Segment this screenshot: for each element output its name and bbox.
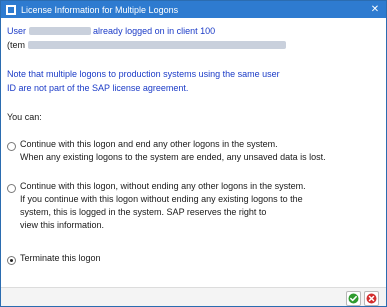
option-keep-other-logons[interactable]: Continue with this logon, without ending… [7,181,306,232]
license-dialog: License Information for Multiple Logons … [0,0,387,307]
close-icon: ✕ [370,4,380,15]
note-line-1: Note that multiple logons to production … [7,69,280,79]
user-logged-on-line: User already logged on in client 100 [7,26,215,36]
cancel-icon [366,293,377,304]
option-terminate-logon[interactable]: Terminate this logon [7,253,101,265]
logged-on-text: already logged on in client 100 [93,26,216,36]
option-1-line-1: Continue with this logon and end any oth… [20,139,278,149]
radio-terminate-logon[interactable] [7,256,16,265]
window-title: License Information for Multiple Logons [21,4,179,15]
title-bar[interactable]: License Information for Multiple Logons … [1,1,386,18]
option-2-line-3: system, this is logged in the system. SA… [20,207,267,217]
terminal-line: (tem [7,40,286,50]
cancel-button[interactable] [364,291,379,306]
option-1-line-2: When any existing logons to the system a… [20,152,326,162]
option-2-line-2: If you continue with this logon without … [20,194,303,204]
terminal-prefix: (tem [7,40,25,50]
you-can-label: You can: [7,112,42,122]
confirm-button[interactable] [346,291,361,306]
radio-keep-other-logons[interactable] [7,184,16,193]
redacted-username [28,27,91,35]
sap-app-icon [6,4,16,15]
user-label: User [7,26,27,36]
option-3-line-1: Terminate this logon [20,253,101,263]
dialog-footer [1,287,386,306]
checkmark-icon [348,293,359,304]
radio-end-other-logons[interactable] [7,142,16,151]
redacted-terminal [27,41,286,49]
option-2-line-4: view this information. [20,220,105,230]
note-line-2: ID are not part of the SAP license agree… [7,83,189,93]
option-2-line-1: Continue with this logon, without ending… [20,181,306,191]
close-button[interactable]: ✕ [364,1,386,18]
option-end-other-logons[interactable]: Continue with this logon and end any oth… [7,139,326,164]
